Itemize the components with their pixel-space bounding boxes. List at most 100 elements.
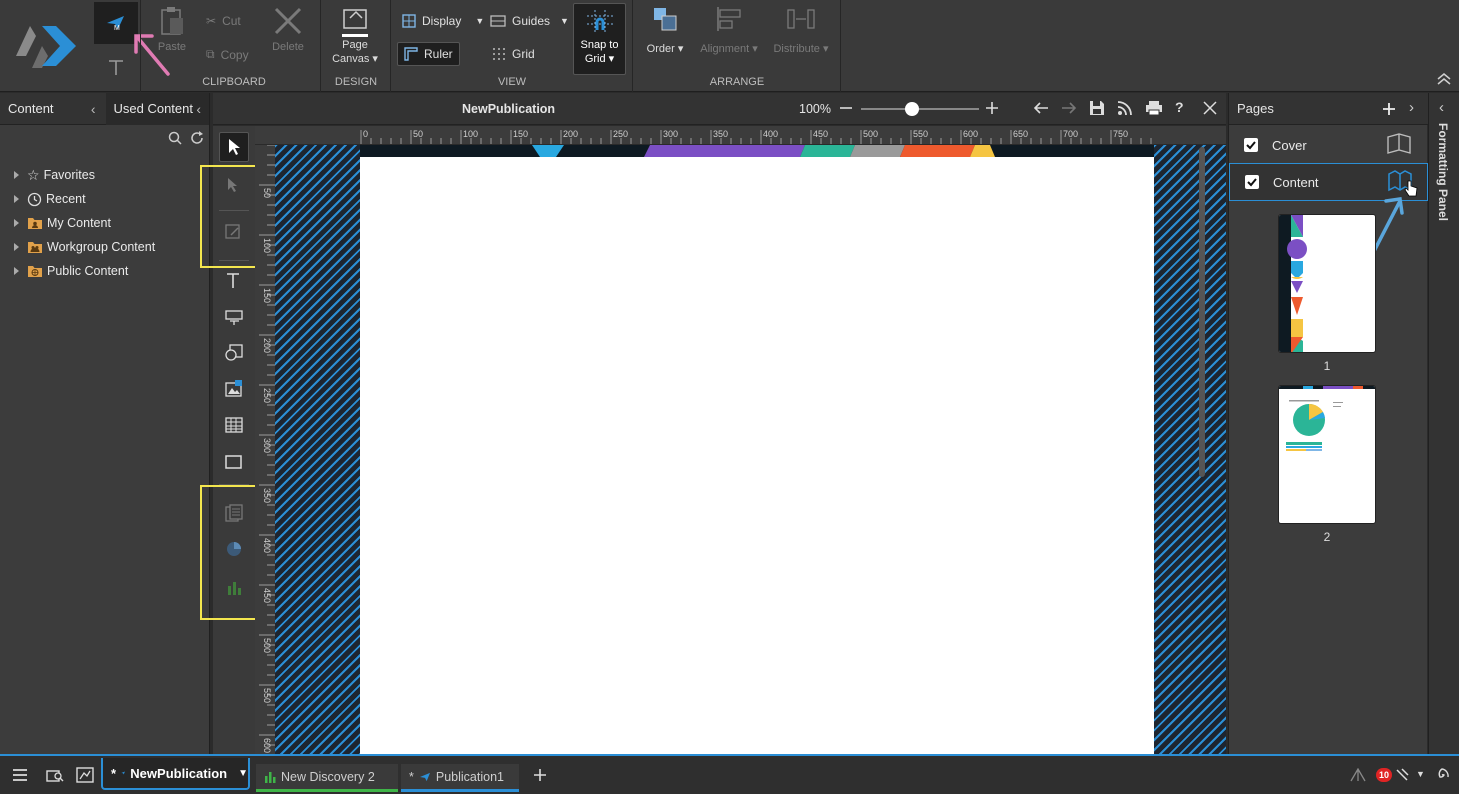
add-page-plus-icon[interactable]: [1382, 102, 1396, 116]
chevron-left-icon[interactable]: ‹: [91, 93, 96, 125]
ruler-label: 0: [363, 129, 368, 139]
table-tool[interactable]: [219, 410, 249, 440]
dashboard-icon: [76, 767, 94, 783]
used-content-tab[interactable]: Used Content ‹: [105, 93, 209, 125]
tree-item-public-content[interactable]: Public Content: [14, 260, 128, 282]
expand-arrow-icon[interactable]: [14, 195, 19, 203]
open-content-button[interactable]: [46, 767, 64, 783]
redo-button[interactable]: [1061, 101, 1077, 115]
ruler-toggle[interactable]: Ruler: [397, 42, 460, 66]
content-panel: Content ‹ Used Content ‹ ☆ Favorites Rec…: [0, 93, 210, 754]
text-tool[interactable]: [219, 266, 249, 296]
guides-dropdown[interactable]: Guides ▼: [490, 14, 569, 28]
zoom-level: 100%: [799, 102, 831, 116]
ruler-label: 550: [262, 688, 272, 703]
snap-grid-icon: [586, 10, 613, 34]
frame-tool[interactable]: [219, 448, 249, 478]
collapse-ribbon-button[interactable]: [1436, 72, 1452, 86]
page-thumbnail-1[interactable]: [1278, 214, 1376, 353]
tree-item-favorites[interactable]: ☆ Favorites: [14, 164, 95, 186]
ruler-label: 500: [262, 638, 272, 653]
copy-button[interactable]: ⧉ Copy: [206, 47, 249, 62]
tree-item-my-content[interactable]: My Content: [14, 212, 111, 234]
distribute-dropdown[interactable]: Distribute ▾: [768, 6, 834, 56]
snap-to-grid-button[interactable]: Snap to Grid ▾: [573, 3, 626, 75]
chevron-down-icon[interactable]: ▼: [238, 768, 248, 779]
ruler-left: 50 100 150 200 250 300 350 400 450 500 550 600: [255, 145, 275, 754]
ruler-label: 700: [1063, 129, 1078, 139]
search-icon[interactable]: [168, 131, 182, 145]
formatting-panel-collapsed[interactable]: ‹ Formatting Panel: [1428, 93, 1459, 754]
new-tab-button[interactable]: [533, 768, 547, 782]
tab-publication1[interactable]: * Publication1: [401, 764, 519, 792]
tree-item-workgroup-content[interactable]: Workgroup Content: [14, 236, 155, 258]
folder-user-icon: [28, 218, 42, 229]
paste-button[interactable]: Paste: [152, 6, 192, 54]
display-dropdown[interactable]: Display ▼: [402, 14, 484, 28]
page-canvas[interactable]: [360, 157, 1154, 754]
page-canvas-button[interactable]: Page Canvas ▾: [330, 4, 380, 66]
select-tool[interactable]: [219, 132, 249, 162]
notifications-icon[interactable]: [1394, 767, 1410, 783]
notification-badge[interactable]: 10: [1376, 768, 1392, 782]
taskbar: * NewPublication ▼ New Discovery 2 * Pub…: [0, 754, 1459, 794]
main-menu-button[interactable]: [12, 768, 28, 782]
chevron-left-icon[interactable]: ‹: [1439, 99, 1444, 116]
alignment-dropdown[interactable]: Alignment ▾: [696, 6, 762, 56]
chevron-right-icon[interactable]: ›: [1409, 99, 1414, 116]
tab-new-publication[interactable]: * NewPublication ▼: [101, 758, 250, 790]
copy-icon: ⧉: [206, 47, 215, 61]
delete-button[interactable]: Delete: [268, 6, 308, 54]
tab-new-discovery-2[interactable]: New Discovery 2: [256, 764, 398, 792]
page-row-cover[interactable]: Cover: [1229, 127, 1428, 163]
expand-arrow-icon[interactable]: [14, 267, 19, 275]
chevron-left-icon[interactable]: ‹: [196, 93, 201, 125]
clipboard-group-label: CLIPBOARD: [202, 76, 266, 88]
publication-icon: M: [107, 16, 124, 31]
ruler-label: 450: [813, 129, 828, 139]
shape-tool[interactable]: [219, 338, 249, 368]
book-open-icon[interactable]: [1386, 133, 1412, 155]
help-icon[interactable]: ?: [1175, 99, 1184, 115]
zoom-in-button[interactable]: [985, 101, 999, 115]
ruler-label: 550: [913, 129, 928, 139]
page-number-1: 1: [1323, 359, 1331, 373]
refresh-icon[interactable]: [190, 131, 204, 145]
pyramid-logo-icon[interactable]: [1350, 768, 1366, 782]
page-thumbnail-2[interactable]: [1278, 385, 1376, 524]
content-tab[interactable]: Content ‹: [0, 93, 106, 125]
print-button[interactable]: [1145, 100, 1163, 116]
dashboard-button[interactable]: [76, 767, 94, 783]
zoom-slider[interactable]: [861, 108, 979, 110]
image-tool[interactable]: [219, 374, 249, 404]
save-button[interactable]: [1089, 100, 1105, 116]
cover-checkbox[interactable]: [1244, 138, 1258, 152]
ruler-label: 450: [262, 588, 272, 603]
tree-item-recent[interactable]: Recent: [14, 188, 86, 210]
rss-icon: [1117, 101, 1132, 116]
order-dropdown[interactable]: Order ▾: [642, 6, 688, 56]
zoom-out-button[interactable]: [839, 101, 853, 115]
canvas-area[interactable]: [275, 145, 1226, 754]
rss-button[interactable]: [1117, 100, 1133, 116]
zoom-slider-handle[interactable]: [905, 102, 919, 116]
app-logo[interactable]: [12, 16, 78, 70]
svg-text:M: M: [114, 25, 120, 31]
chevron-down-icon[interactable]: ▼: [1416, 769, 1425, 779]
text-box-tool[interactable]: [219, 302, 249, 332]
content-checkbox[interactable]: [1245, 175, 1259, 189]
expand-arrow-icon[interactable]: [14, 243, 19, 251]
ruler-label: 600: [963, 129, 978, 139]
checkmark-icon: [1246, 141, 1256, 150]
canvas-vertical-scrollbar[interactable]: [1199, 147, 1205, 477]
undo-button[interactable]: [1033, 101, 1049, 115]
close-document-button[interactable]: [1203, 101, 1217, 115]
spiral-icon[interactable]: [1434, 767, 1450, 783]
cut-button[interactable]: ✂ Cut: [206, 14, 241, 28]
expand-arrow-icon[interactable]: [14, 171, 19, 179]
expand-arrow-icon[interactable]: [14, 219, 19, 227]
arrow-right-icon: [1062, 102, 1077, 114]
ruler-label: 400: [262, 538, 272, 553]
grid-toggle[interactable]: Grid: [492, 47, 535, 61]
page-canvas-icon: [342, 9, 368, 37]
